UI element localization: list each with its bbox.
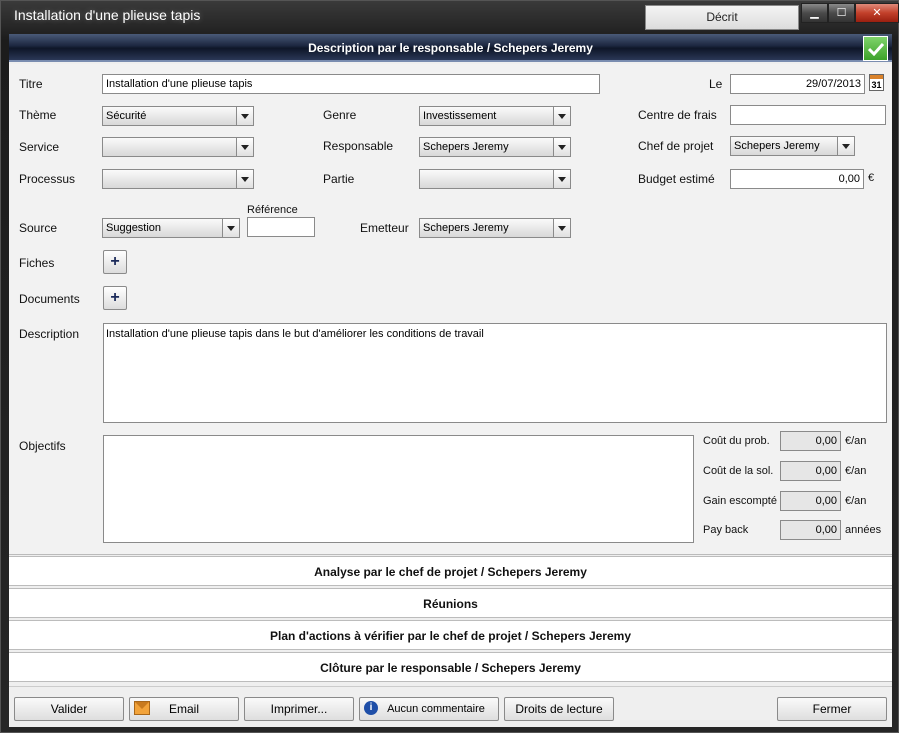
calendar-icon[interactable]: 31 xyxy=(869,74,884,91)
chevron-down-icon xyxy=(837,137,854,155)
emetteur-select[interactable]: Schepers Jeremy xyxy=(419,218,571,238)
service-select[interactable] xyxy=(102,137,254,157)
titre-label: Titre xyxy=(19,77,43,91)
cout-prob-unit: €/an xyxy=(845,435,867,447)
description-label: Description xyxy=(19,327,80,341)
source-value: Suggestion xyxy=(106,222,162,234)
close-button[interactable]: ✕ xyxy=(855,3,899,23)
chef-projet-select[interactable]: Schepers Jeremy xyxy=(730,136,855,156)
valider-label: Valider xyxy=(50,702,88,716)
partie-select[interactable] xyxy=(419,169,571,189)
check-icon[interactable] xyxy=(863,36,888,61)
cout-prob-label: Coût du prob. xyxy=(703,435,770,447)
budget-unit: € xyxy=(868,172,875,184)
processus-select[interactable] xyxy=(102,169,254,189)
minimize-button[interactable]: ▁ xyxy=(801,3,828,23)
centre-frais-label: Centre de frais xyxy=(638,108,717,122)
maximize-button[interactable]: ☐ xyxy=(828,3,855,23)
fiches-label: Fiches xyxy=(19,256,55,270)
emetteur-label: Emetteur xyxy=(360,221,409,235)
genre-label: Genre xyxy=(323,108,357,122)
titre-input[interactable]: Installation d'une plieuse tapis xyxy=(102,74,600,94)
budget-label: Budget estimé xyxy=(638,172,715,186)
status-badge: Décrit xyxy=(645,5,799,30)
email-label: Email xyxy=(168,702,199,716)
payback-label: Pay back xyxy=(703,524,749,536)
responsable-value: Schepers Jeremy xyxy=(423,141,509,153)
processus-label: Processus xyxy=(19,172,76,186)
email-button[interactable]: Email xyxy=(129,697,239,721)
gain-input[interactable]: 0,00 xyxy=(780,491,841,511)
date-input[interactable]: 29/07/2013 xyxy=(730,74,865,94)
chevron-down-icon xyxy=(236,107,253,125)
section-cloture[interactable]: Clôture par le responsable / Schepers Je… xyxy=(9,652,892,682)
chevron-down-icon xyxy=(236,170,253,188)
payback-unit: années xyxy=(845,524,882,536)
objectifs-textarea[interactable] xyxy=(103,435,694,543)
info-icon: i xyxy=(364,701,378,715)
payback-input[interactable]: 0,00 xyxy=(780,520,841,540)
chef-projet-value: Schepers Jeremy xyxy=(734,140,820,152)
description-textarea[interactable]: Installation d'une plieuse tapis dans le… xyxy=(103,323,887,423)
fermer-button[interactable]: Fermer xyxy=(777,697,887,721)
objectifs-label: Objectifs xyxy=(19,439,66,453)
description-section-header[interactable]: Description par le responsable / Scheper… xyxy=(9,34,892,62)
footer-toolbar: Valider Email Imprimer... i Aucun commen… xyxy=(9,686,892,727)
cout-sol-input[interactable]: 0,00 xyxy=(780,461,841,481)
section-plan-actions[interactable]: Plan d'actions à vérifier par le chef de… xyxy=(9,620,892,650)
centre-frais-input[interactable] xyxy=(730,105,886,125)
source-label: Source xyxy=(19,221,58,235)
section-title: Description par le responsable / Scheper… xyxy=(308,41,593,55)
budget-input[interactable]: 0,00 xyxy=(730,169,864,189)
service-label: Service xyxy=(19,140,60,154)
reference-label: Référence xyxy=(247,204,298,216)
cout-sol-unit: €/an xyxy=(845,465,867,477)
chevron-down-icon xyxy=(553,170,570,188)
le-label: Le xyxy=(709,77,723,91)
responsable-select[interactable]: Schepers Jeremy xyxy=(419,137,571,157)
window-title: Installation d'une plieuse tapis xyxy=(14,7,201,23)
theme-select[interactable]: Sécurité xyxy=(102,106,254,126)
chevron-down-icon xyxy=(553,107,570,125)
application-window: Installation d'une plieuse tapis Décrit … xyxy=(0,0,899,733)
documents-label: Documents xyxy=(19,292,80,306)
droits-lecture-button[interactable]: Droits de lecture xyxy=(504,697,614,721)
commentaire-label: Aucun commentaire xyxy=(387,703,485,715)
gain-label: Gain escompté xyxy=(703,495,777,507)
genre-value: Investissement xyxy=(423,110,497,122)
emetteur-value: Schepers Jeremy xyxy=(423,222,509,234)
chevron-down-icon xyxy=(222,219,239,237)
mail-icon xyxy=(134,701,150,715)
fermer-label: Fermer xyxy=(812,702,852,716)
cout-prob-input[interactable]: 0,00 xyxy=(780,431,841,451)
description-form: Titre Installation d'une plieuse tapis L… xyxy=(9,64,892,555)
imprimer-label: Imprimer... xyxy=(270,702,328,716)
droits-label: Droits de lecture xyxy=(515,702,603,716)
chevron-down-icon xyxy=(553,219,570,237)
main-content: Description par le responsable / Scheper… xyxy=(9,34,892,727)
responsable-label: Responsable xyxy=(323,139,394,153)
window-controls: ▁ ☐ ✕ xyxy=(801,3,899,23)
valider-button[interactable]: Valider xyxy=(14,697,124,721)
genre-select[interactable]: Investissement xyxy=(419,106,571,126)
chevron-down-icon xyxy=(236,138,253,156)
partie-label: Partie xyxy=(323,172,355,186)
cout-sol-label: Coût de la sol. xyxy=(703,465,774,477)
source-select[interactable]: Suggestion xyxy=(102,218,240,238)
section-reunions[interactable]: Réunions xyxy=(9,588,892,618)
imprimer-button[interactable]: Imprimer... xyxy=(244,697,354,721)
add-fiche-button[interactable]: + xyxy=(103,250,127,274)
reference-input[interactable] xyxy=(247,217,315,237)
theme-value: Sécurité xyxy=(106,110,147,122)
chef-projet-label: Chef de projet xyxy=(638,139,714,153)
theme-label: Thème xyxy=(19,108,57,122)
section-analyse[interactable]: Analyse par le chef de projet / Schepers… xyxy=(9,556,892,586)
add-document-button[interactable]: + xyxy=(103,286,127,310)
commentaire-button[interactable]: i Aucun commentaire xyxy=(359,697,499,721)
chevron-down-icon xyxy=(553,138,570,156)
gain-unit: €/an xyxy=(845,495,867,507)
